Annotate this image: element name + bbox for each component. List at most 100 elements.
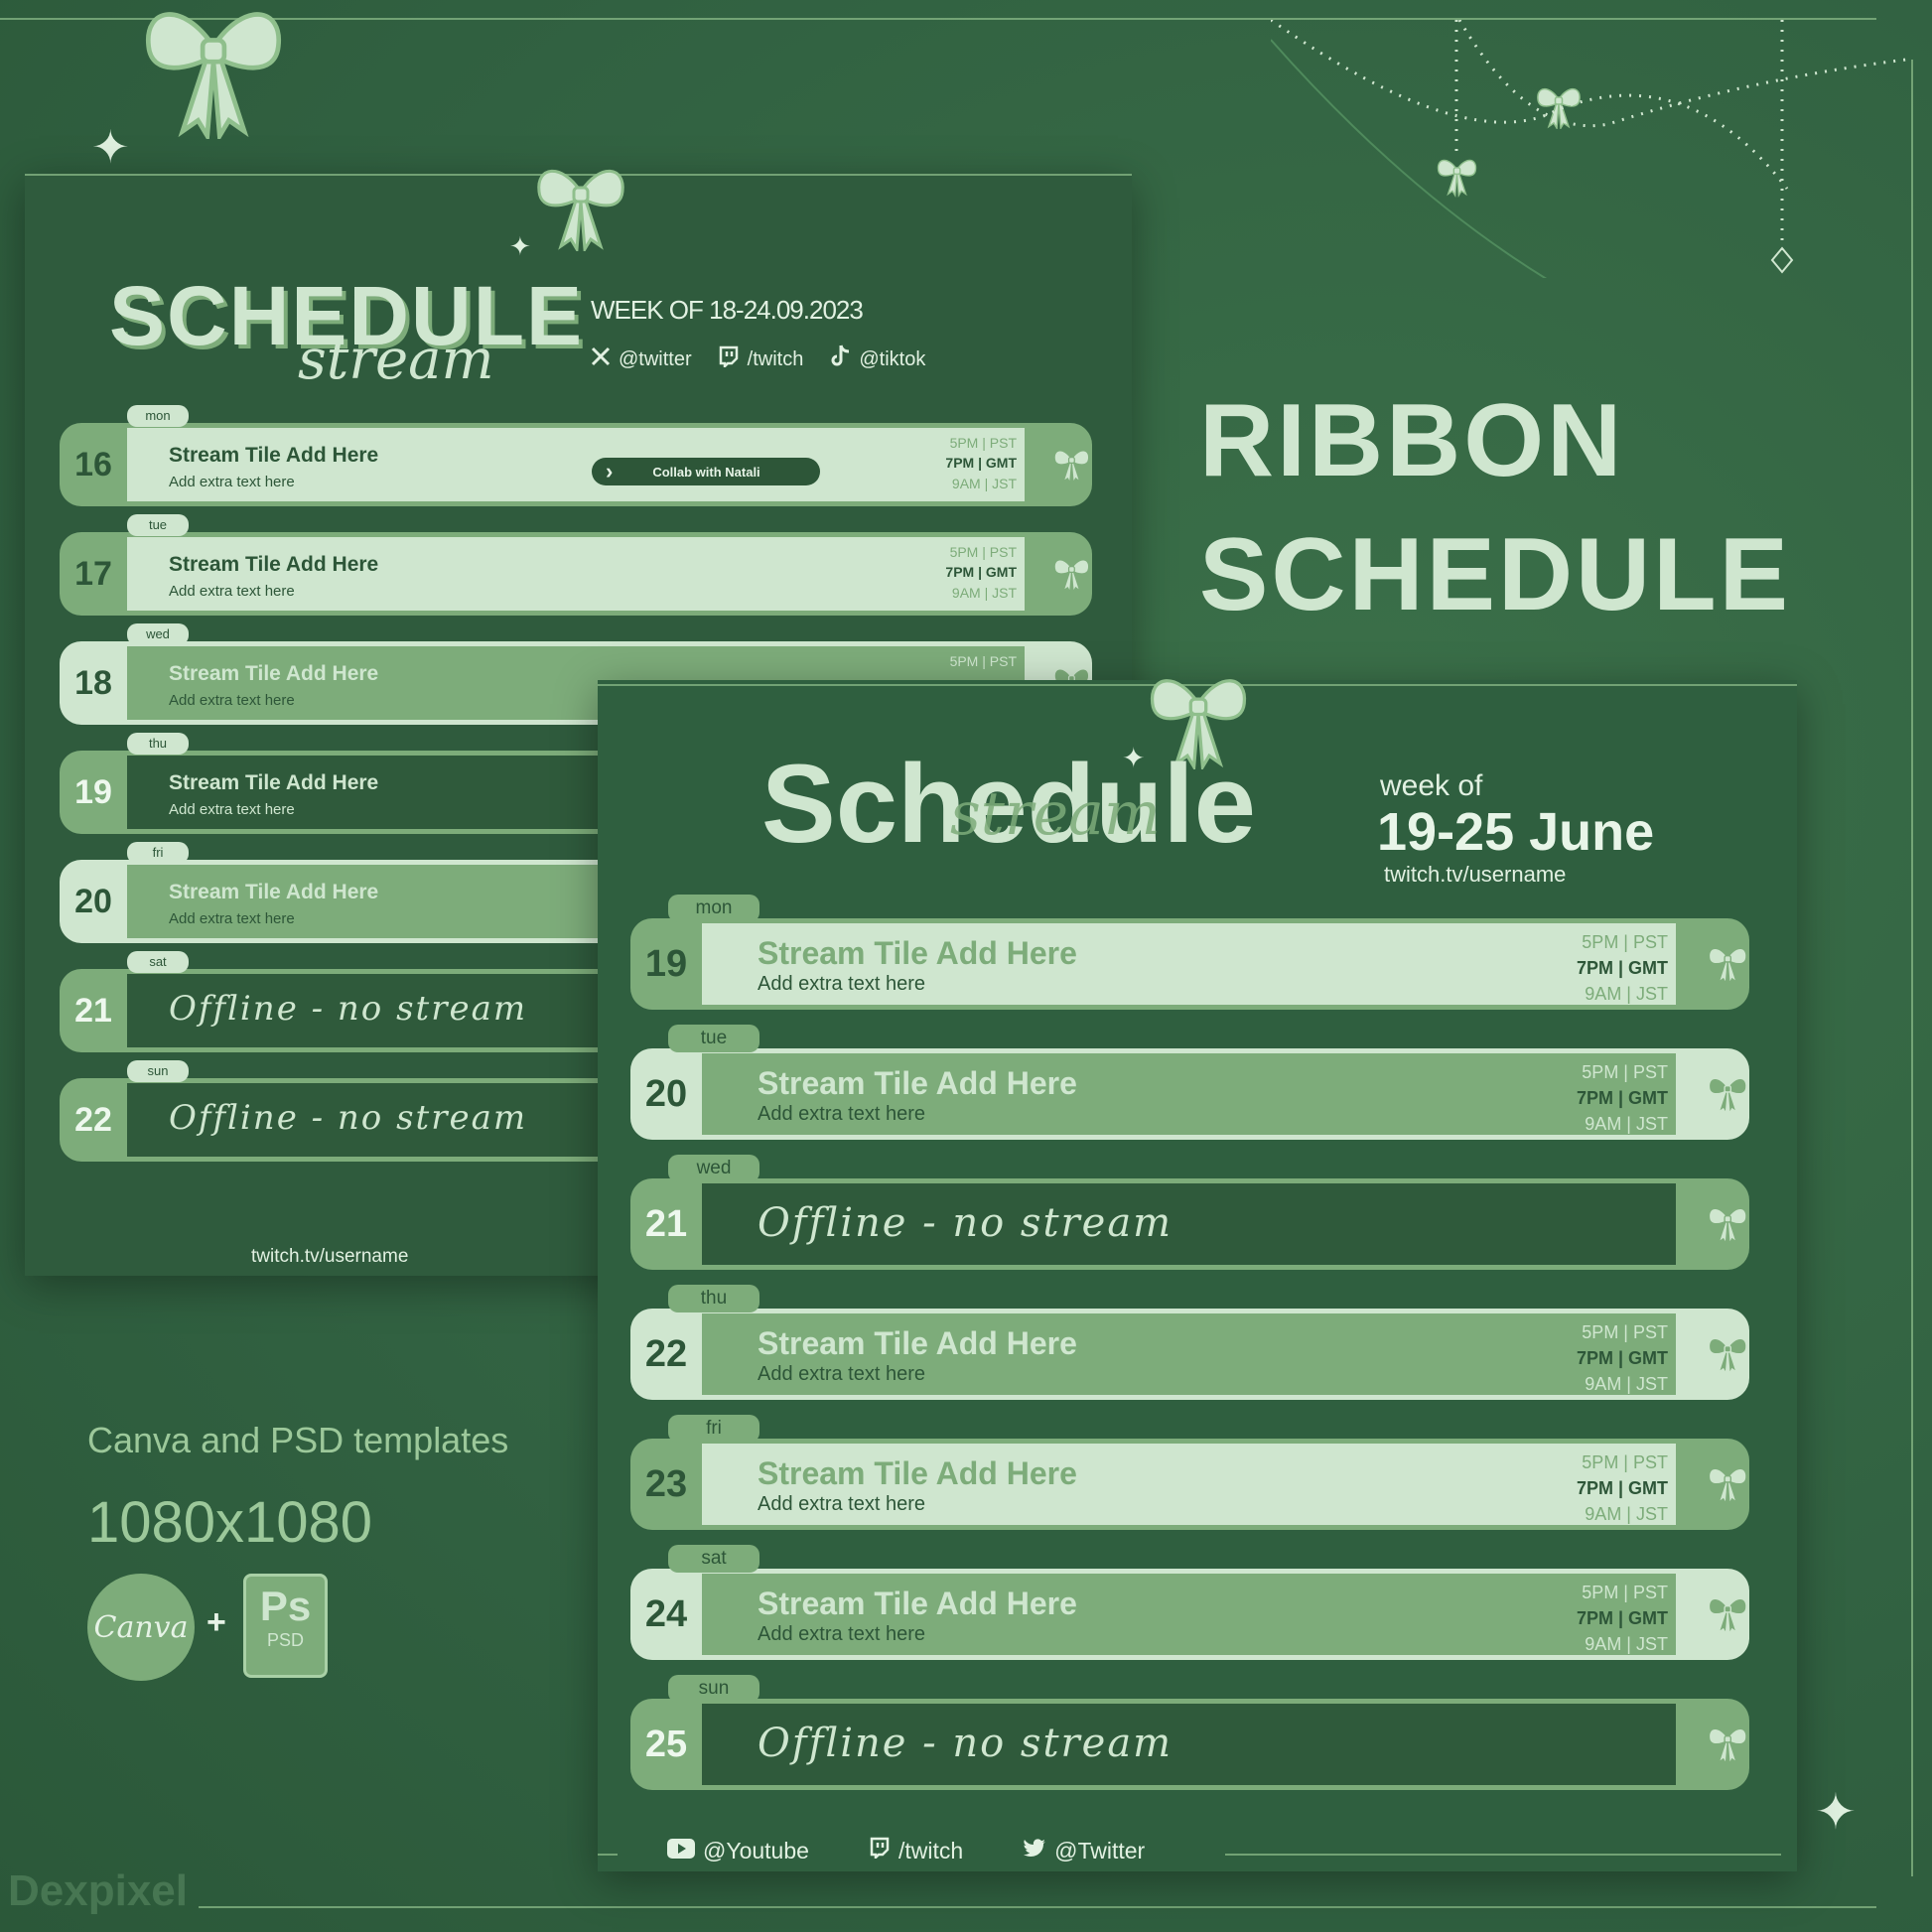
ribbon-end <box>1676 1699 1749 1790</box>
date-number: 21 <box>74 991 112 1030</box>
social-link-tiktok[interactable]: @tiktok <box>829 345 925 374</box>
x-icon <box>591 346 611 372</box>
time-3: 9AM | JST <box>1585 1113 1668 1134</box>
date-number: 21 <box>644 1202 688 1245</box>
ribbon-end <box>1676 1569 1749 1660</box>
row-content: Stream Tile Add Here Add extra text here 5… <box>127 537 1025 611</box>
channel-link[interactable]: twitch.tv/username <box>251 1246 408 1268</box>
date-number: 20 <box>644 1072 688 1115</box>
time-1: 5PM | PST <box>949 435 1017 452</box>
offline-script: Offline - no stream <box>169 989 528 1030</box>
time-2: 7PM | GMT <box>1576 1477 1668 1498</box>
schedule-row-wed[interactable]: wed 21 Offline - no stream <box>630 1155 1749 1270</box>
social-link-twitch[interactable]: /twitch <box>869 1837 963 1864</box>
stream-title: Stream Tile Add Here <box>758 1455 1077 1491</box>
schedule-row-mon[interactable]: mon 19 Stream Tile Add Here Add extra text … <box>630 895 1749 1010</box>
sparkle-icon: ✦ <box>1815 1784 1857 1840</box>
stream-title: Stream Tile Add Here <box>758 935 1077 971</box>
social-links: @Youtube/twitch @Twitter <box>667 1837 1145 1864</box>
time-3: 9AM | JST <box>1585 1373 1668 1394</box>
bow-icon <box>531 162 630 254</box>
social-link-twitter[interactable]: @twitter <box>591 345 692 374</box>
time-2: 7PM | GMT <box>945 564 1017 581</box>
day-tag: sat <box>127 951 189 973</box>
schedule-script: stream <box>298 328 494 392</box>
day-tag: thu <box>127 733 189 755</box>
bow-icon <box>1706 1062 1749 1126</box>
date-number: 22 <box>74 1100 112 1139</box>
stream-times: 5PM | PST 7PM | GMT 9AM | JST <box>945 542 1017 603</box>
bow-icon <box>1706 1322 1749 1386</box>
social-label: @Youtube <box>703 1837 809 1863</box>
schedule-row-tue[interactable]: tue 17 Stream Tile Add Here Add extra text … <box>60 514 1092 616</box>
ribbon-end <box>1025 532 1092 616</box>
ribbon-end <box>1025 423 1092 506</box>
stream-times: 5PM | PST 7PM | GMT 9AM | JST <box>945 433 1017 493</box>
time-1: 5PM | PST <box>1582 1061 1668 1082</box>
time-1: 5PM | PST <box>1582 931 1668 952</box>
stream-subtitle: Add extra text here <box>169 801 295 818</box>
bow-icon <box>129 0 298 144</box>
psd-label: PSD <box>266 1630 304 1650</box>
social-link-Twitter[interactable]: @Twitter <box>1023 1837 1145 1864</box>
size-text: 1080x1080 <box>87 1490 373 1555</box>
social-label: /twitch <box>897 1837 964 1863</box>
stream-title: Stream Tile Add Here <box>169 553 379 576</box>
stream-subtitle: Add extra text here <box>169 910 295 927</box>
schedule-row-fri[interactable]: fri 23 Stream Tile Add Here Add extra text … <box>630 1415 1749 1530</box>
stream-subtitle: Add extra text here <box>169 692 295 709</box>
formats-text: Canva and PSD templates <box>87 1420 509 1460</box>
bow-icon <box>1706 1713 1749 1776</box>
row-content: Stream Tile Add Here Add extra text here 5… <box>702 1053 1676 1135</box>
schedule-row-thu[interactable]: thu 22 Stream Tile Add Here Add extra text … <box>630 1285 1749 1400</box>
time-3: 9AM | JST <box>1585 983 1668 1004</box>
row-content: Offline - no stream <box>702 1704 1676 1785</box>
twitch-icon <box>718 345 740 373</box>
stream-times: 5PM | PST 7PM | GMT 9AM | JST <box>1577 1319 1668 1397</box>
collab-badge[interactable]: › Collab with Natali <box>592 458 820 486</box>
frame-right-line <box>1911 60 1913 1876</box>
schedule-row-tue[interactable]: tue 20 Stream Tile Add Here Add extra text … <box>630 1025 1749 1140</box>
stream-title: Stream Tile Add Here <box>758 1065 1077 1101</box>
row-content: Stream Tile Add Here Add extra text here 5… <box>702 1444 1676 1525</box>
time-1: 5PM | PST <box>1582 1451 1668 1472</box>
schedule-script: stream <box>950 779 1161 849</box>
social-link-Youtube[interactable]: @Youtube <box>667 1837 809 1864</box>
tiktok-icon <box>829 345 851 374</box>
photoshop-file-icon: Ps PSD <box>243 1574 328 1678</box>
social-label: @twitter <box>619 347 692 370</box>
canva-logo: Canva <box>87 1574 195 1681</box>
offline-script: Offline - no stream <box>169 1098 528 1139</box>
ps-label: Ps <box>259 1583 312 1629</box>
schedule-row-mon[interactable]: mon 16 Stream Tile Add Here Add extra text … <box>60 405 1092 506</box>
stream-subtitle: Add extra text here <box>758 1363 925 1385</box>
row-content: Stream Tile Add Here Add extra text here 5… <box>702 1313 1676 1395</box>
social-link-twitch[interactable]: /twitch <box>718 345 803 374</box>
stream-title: Stream Tile Add Here <box>758 1586 1077 1621</box>
bow-icon <box>1706 1583 1749 1646</box>
social-links: @twitter/twitch @tiktok <box>591 345 925 374</box>
week-label: week of <box>1380 769 1483 802</box>
date-number: 17 <box>74 554 112 593</box>
schedule-row-sun[interactable]: sun 25 Offline - no stream <box>630 1675 1749 1790</box>
offline-script: Offline - no stream <box>758 1199 1173 1246</box>
bead-garland-decoration <box>1271 20 1906 278</box>
time-3: 9AM | JST <box>1585 1503 1668 1524</box>
sparkle-icon: ✦ <box>509 231 531 261</box>
time-1: 5PM | PST <box>949 544 1017 561</box>
frame-bottom-line <box>199 1906 1876 1908</box>
stream-subtitle: Add extra text here <box>758 1623 925 1645</box>
stream-times: 5PM | PST 7PM | GMT 9AM | JST <box>1577 929 1668 1007</box>
ribbon-end <box>1676 1048 1749 1140</box>
canva-logo-text: Canva <box>93 1609 189 1645</box>
time-3: 9AM | JST <box>951 584 1017 601</box>
twitch-icon <box>869 1837 891 1864</box>
ribbon-end <box>1676 1178 1749 1270</box>
social-label: @Twitter <box>1054 1837 1146 1863</box>
channel-link[interactable]: twitch.tv/username <box>1384 862 1566 888</box>
schedule-row-sat[interactable]: sat 24 Stream Tile Add Here Add extra text … <box>630 1545 1749 1660</box>
youtube-icon <box>667 1838 695 1864</box>
time-2: 7PM | GMT <box>1576 1347 1668 1368</box>
day-tag: mon <box>127 405 189 427</box>
stream-subtitle: Add extra text here <box>758 1493 925 1515</box>
